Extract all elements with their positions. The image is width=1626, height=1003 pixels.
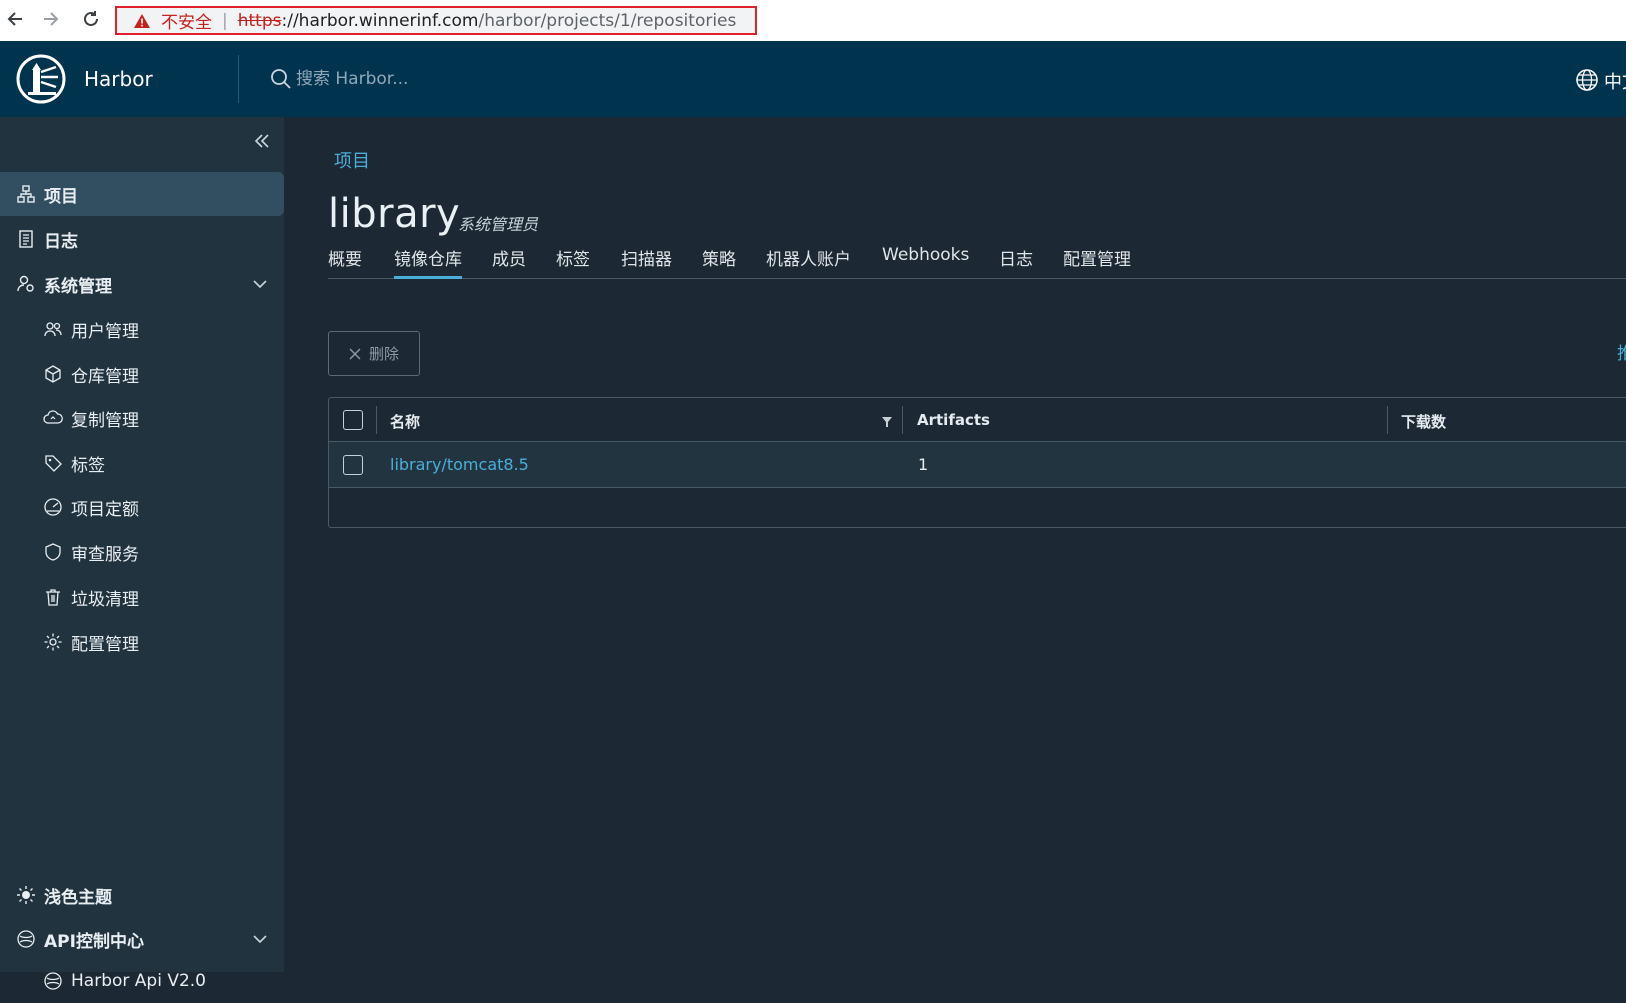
sidebar-item-label: 复制管理 [71, 410, 139, 431]
url-host: ://harbor.winnerinf.com [281, 10, 479, 31]
language-selector[interactable]: 中文 [1604, 68, 1626, 94]
sidebar-item-gc[interactable]: 垃圾清理 [0, 575, 284, 619]
sidebar-item-label: 审查服务 [71, 544, 139, 565]
forward-arrow-icon[interactable] [40, 8, 62, 30]
sidebar-item-harbor-api[interactable]: Harbor Api V2.0 [0, 959, 284, 1003]
sidebar-item-users[interactable]: 用户管理 [0, 307, 284, 351]
logs-icon [19, 230, 33, 248]
sidebar-item-label: Harbor Api V2.0 [71, 971, 206, 991]
trash-icon [46, 589, 60, 606]
sidebar-item-label: 配置管理 [71, 634, 139, 655]
tab-policy[interactable]: 策略 [702, 245, 736, 279]
sidebar-item-label: 项目定额 [71, 499, 139, 520]
main-content: 项目 library 系统管理员 概要 镜像仓库 成员 标签 扫描器 策略 机器… [284, 117, 1626, 972]
column-separator [1387, 406, 1388, 434]
registry-icon [45, 365, 61, 383]
tab-repositories[interactable]: 镜像仓库 [394, 245, 462, 279]
sidebar-item-system-admin[interactable]: 系统管理 [0, 262, 284, 306]
sun-icon [17, 886, 35, 904]
reload-icon[interactable] [80, 8, 102, 30]
sidebar-item-replication[interactable]: 复制管理 [0, 396, 284, 440]
sidebar-item-projects[interactable]: 项目 [0, 172, 284, 216]
app-title[interactable]: Harbor [84, 67, 153, 91]
address-separator: | [222, 10, 228, 31]
delete-button[interactable]: 删除 [328, 331, 420, 376]
search-input[interactable] [294, 63, 594, 95]
artifacts-count: 1 [918, 455, 929, 474]
tab-webhooks[interactable]: Webhooks [882, 245, 969, 279]
repository-name-link[interactable]: library/tomcat8.5 [390, 455, 529, 474]
delete-label: 删除 [368, 345, 399, 363]
url-path: /harbor/projects/1/repositories [478, 10, 737, 31]
breadcrumb[interactable]: 项目 [334, 147, 370, 173]
tab-configuration[interactable]: 配置管理 [1063, 245, 1131, 279]
collapse-sidebar-icon[interactable] [252, 131, 272, 151]
tag-icon [45, 455, 62, 472]
tab-robot-accounts[interactable]: 机器人账户 [766, 245, 851, 279]
tab-members[interactable]: 成员 [492, 245, 526, 279]
sidebar-item-label: API控制中心 [44, 931, 144, 952]
filter-icon[interactable] [881, 416, 893, 428]
push-command-link[interactable]: 推送命令 [1617, 339, 1626, 364]
globe-icon[interactable] [1575, 68, 1599, 92]
sidebar-item-labels[interactable]: 标签 [0, 441, 284, 485]
chevron-down-icon[interactable] [252, 276, 268, 292]
sidebar: 项目 日志 系统管理 用户管理 仓库管理 复制管理 标签 项目定额 审查服务 垃… [0, 117, 284, 991]
sidebar-item-logs[interactable]: 日志 [0, 217, 284, 261]
api-icon [17, 930, 35, 948]
tab-logs[interactable]: 日志 [999, 245, 1033, 279]
column-separator [902, 406, 903, 434]
sidebar-item-registries[interactable]: 仓库管理 [0, 352, 284, 396]
back-arrow-icon[interactable] [4, 8, 26, 30]
api-sub-icon [44, 972, 62, 990]
sidebar-item-label: 项目 [44, 186, 78, 207]
tab-labels[interactable]: 标签 [556, 245, 590, 279]
column-header-artifacts[interactable]: Artifacts [917, 411, 990, 429]
sidebar-item-label: 垃圾清理 [71, 589, 139, 610]
sidebar-item-quotas[interactable]: 项目定额 [0, 485, 284, 529]
sidebar-item-label: 浅色主题 [44, 887, 112, 908]
column-header-name[interactable]: 名称 [390, 411, 420, 432]
app-header: Harbor 中文 [0, 41, 1626, 117]
shield-icon [45, 543, 61, 561]
role-label: 系统管理员 [458, 215, 539, 234]
sidebar-item-label: 系统管理 [44, 276, 112, 297]
search-icon[interactable] [270, 68, 292, 90]
project-tabs: 概要 镜像仓库 成员 标签 扫描器 策略 机器人账户 Webhooks 日志 配… [328, 245, 1626, 279]
page-title: library [328, 191, 461, 237]
security-label[interactable]: 不安全 [161, 8, 212, 33]
sidebar-item-label: 日志 [44, 231, 78, 252]
sidebar-item-label: 用户管理 [71, 321, 139, 342]
quota-icon [44, 498, 62, 516]
system-admin-icon [17, 275, 34, 292]
select-all-checkbox[interactable] [343, 410, 363, 430]
warning-icon [134, 13, 150, 28]
gear-icon [44, 633, 62, 651]
users-icon [44, 322, 62, 337]
chevron-down-icon[interactable] [252, 931, 268, 947]
repositories-table: 名称 Artifacts 下载数 library/tomcat8.5 1 [328, 397, 1626, 528]
sidebar-item-interrogation[interactable]: 审查服务 [0, 530, 284, 574]
tab-scanner[interactable]: 扫描器 [621, 245, 672, 279]
address-bar[interactable]: 不安全 | https://harbor.winnerinf.com/harbo… [115, 6, 757, 35]
column-header-pulls[interactable]: 下载数 [1401, 411, 1446, 432]
replication-icon [43, 410, 63, 424]
harbor-logo-icon[interactable] [16, 54, 66, 104]
projects-icon [17, 185, 35, 203]
tab-summary[interactable]: 概要 [328, 245, 362, 279]
table-row[interactable]: library/tomcat8.5 1 [329, 442, 1626, 488]
sidebar-item-label: 标签 [71, 455, 105, 476]
header-divider [238, 55, 239, 103]
browser-bar: 不安全 | https://harbor.winnerinf.com/harbo… [0, 0, 1626, 41]
close-icon [349, 348, 361, 359]
sidebar-item-api-center[interactable]: API控制中心 [0, 917, 284, 961]
column-separator [376, 406, 377, 434]
sidebar-item-config[interactable]: 配置管理 [0, 620, 284, 664]
sidebar-item-light-theme[interactable]: 浅色主题 [0, 873, 284, 917]
sidebar-item-label: 仓库管理 [71, 366, 139, 387]
table-header: 名称 Artifacts 下载数 [329, 398, 1626, 442]
row-checkbox[interactable] [343, 455, 363, 475]
url-scheme: https [237, 10, 282, 31]
